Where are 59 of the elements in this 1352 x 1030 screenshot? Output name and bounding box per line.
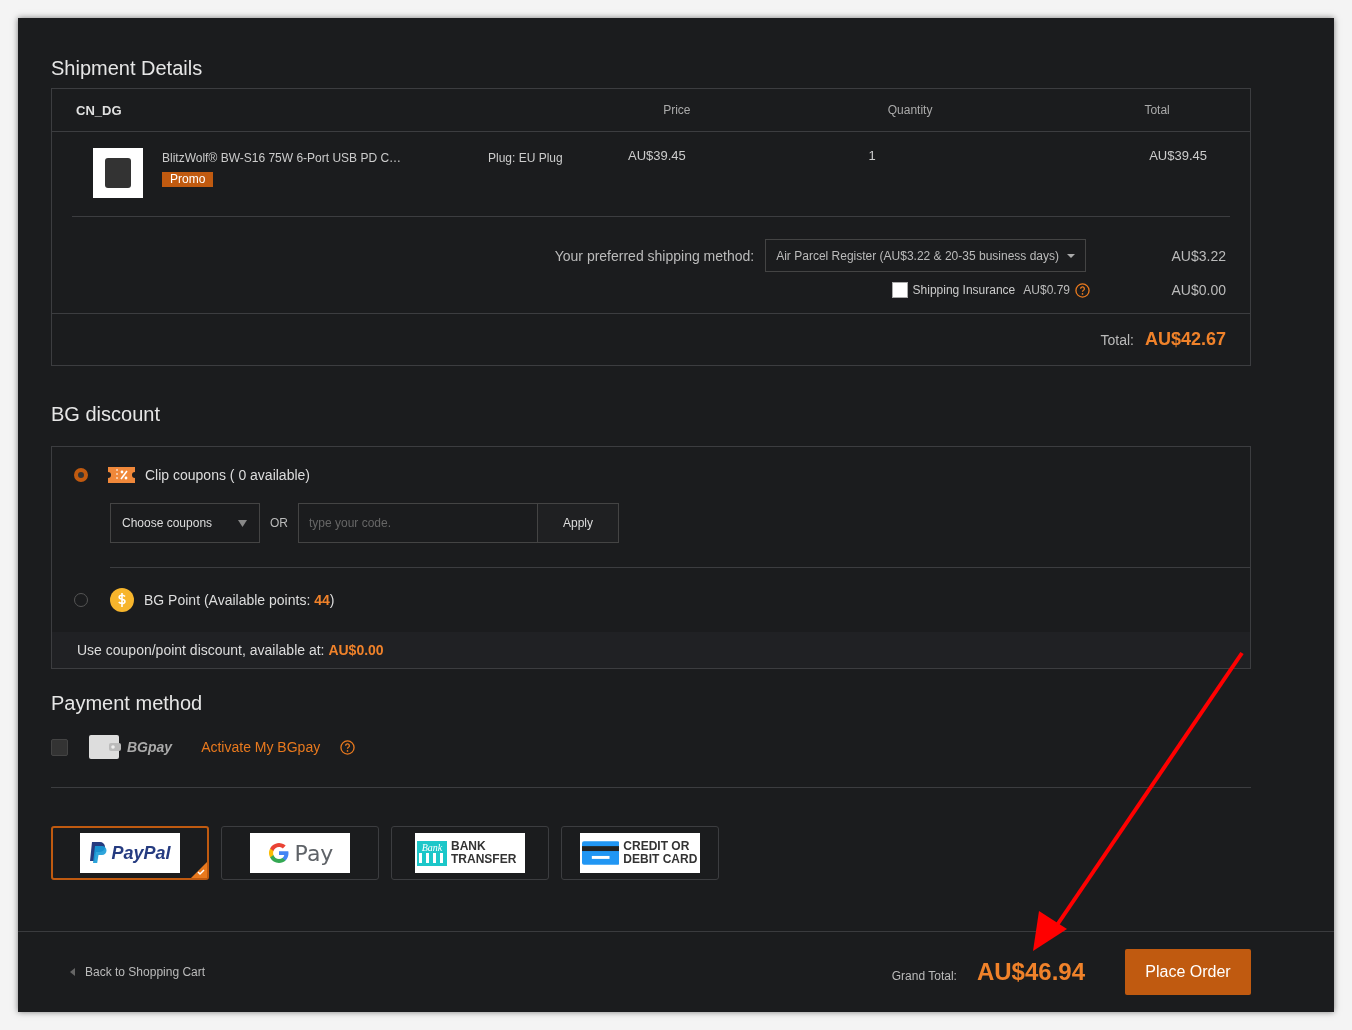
shipping-method-dropdown[interactable]: Air Parcel Register (AU$3.22 & 20-35 business days) [765, 239, 1086, 272]
insurance-price: AU$0.79 [1023, 283, 1070, 297]
coin-icon [110, 588, 134, 612]
bgpay-checkbox[interactable] [51, 738, 68, 756]
paypal-logo: PayPal [111, 842, 171, 864]
section-title: BG discount [51, 402, 161, 427]
caret-icon [1067, 253, 1075, 258]
back-link[interactable]: Back to Shopping Cart [70, 965, 206, 979]
bgpay-logo: BGpay [127, 739, 173, 755]
google-icon [266, 841, 291, 865]
total-label: Total: [1100, 331, 1134, 348]
coupon-dropdown[interactable]: Choose coupons [110, 503, 260, 543]
radio-button[interactable] [74, 468, 88, 482]
payment-option[interactable]: PayPal [51, 826, 209, 880]
or-label: OR [270, 516, 288, 530]
chevron-left-icon [70, 968, 75, 976]
grand-total-label: Grand Total: [891, 969, 957, 983]
column-header: Total [1143, 103, 1171, 117]
card-logo: CREDIT OR DEBIT CARD [623, 840, 699, 866]
option-label: BG Point (Available points: 44) [144, 592, 335, 608]
help-icon [340, 739, 356, 755]
wallet-icon [89, 735, 121, 759]
total-amount: AU$42.67 [1144, 329, 1226, 350]
gpay-logo: Pay [294, 840, 334, 866]
insurance-amount: AU$0.00 [1170, 282, 1226, 298]
paypal-icon [89, 842, 108, 864]
coupon-code-field[interactable]: type your code. [298, 503, 538, 543]
dropdown-arrow-icon [238, 519, 247, 527]
apply-button[interactable]: Apply [538, 503, 619, 543]
check-icon [191, 862, 207, 878]
section-title: Payment method [51, 691, 204, 716]
product-option: Plug: EU Plug [488, 151, 608, 165]
coupon-icon [108, 467, 135, 483]
product-name[interactable]: BlitzWolf® BW-S16 75W 6-Port USB PD C… [162, 151, 402, 165]
shipping-cost: AU$3.22 [1170, 247, 1226, 264]
column-header: Quantity [886, 103, 934, 117]
bank-icon: Bank [417, 840, 447, 866]
column-header: Price [662, 103, 692, 117]
promo-tag: Promo [162, 172, 214, 187]
help-icon [1075, 282, 1090, 298]
activate-link[interactable]: Activate My BGpay [201, 739, 321, 755]
product-photo [93, 148, 143, 198]
payment-option[interactable]: CREDIT OR DEBIT CARD [561, 826, 719, 880]
payment-option[interactable]: Bank BANK TRANSFER [391, 826, 549, 880]
bank-transfer-logo: BANK TRANSFER [451, 840, 518, 866]
grand-total-amount: AU$46.94 [976, 958, 1085, 986]
section-title: Shipment Details [51, 56, 204, 81]
place-order-button[interactable]: Place Order [1125, 949, 1251, 995]
warehouse-label: CN_DG [75, 102, 123, 118]
quantity-cell-text: 1 [867, 148, 877, 163]
price-cell-text: AU$39.45 [627, 148, 687, 163]
discount-note: Use coupon/point discount, available at: AU$0.00 [52, 632, 1250, 668]
total-cell-text: AU$39.45 [1148, 148, 1207, 163]
credit-card-icon [582, 841, 620, 865]
insurance-label: Shipping Insurance [912, 283, 1016, 297]
shipping-label: Your preferred shipping method: [554, 247, 755, 264]
option-label: Clip coupons ( 0 available) [145, 467, 310, 483]
payment-option[interactable]: Pay [221, 826, 379, 880]
insurance-checkbox[interactable] [891, 282, 908, 298]
